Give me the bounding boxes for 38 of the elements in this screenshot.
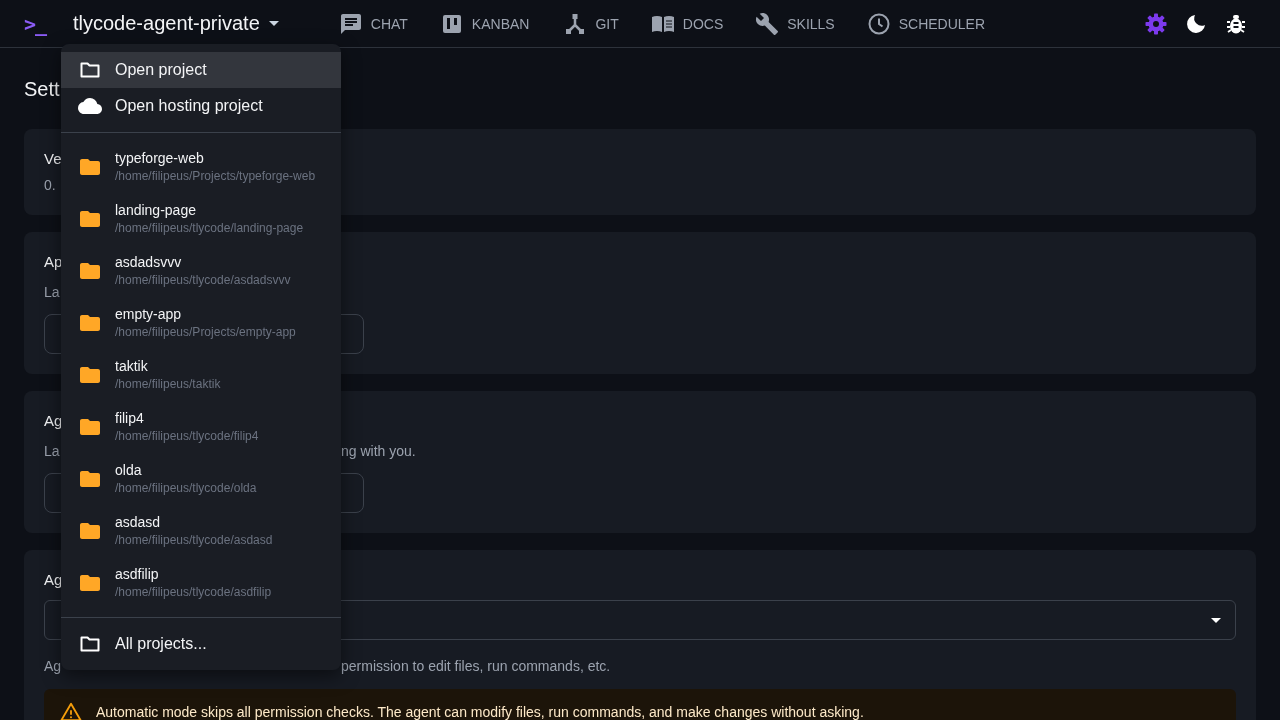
chat-icon <box>338 11 363 36</box>
menu-item[interactable]: Open project <box>61 52 341 88</box>
menu-item[interactable]: Open hosting project <box>61 88 341 124</box>
page-title: Sett <box>24 77 61 102</box>
caret-icon <box>1211 617 1221 623</box>
project-item[interactable]: asdadsvvv /home/filipeus/tlycode/asdadsvvv <box>61 245 341 297</box>
wrench-icon <box>755 11 780 36</box>
project-item[interactable]: olda /home/filipeus/tlycode/olda <box>61 453 341 505</box>
nav-tab[interactable]: SKILLS <box>755 11 835 36</box>
project-item[interactable]: taktik /home/filipeus/taktik <box>61 349 341 401</box>
warning-icon <box>60 701 82 720</box>
card-heading: Ve <box>44 150 62 167</box>
description-text: La <box>44 443 60 459</box>
version-value: 0. <box>44 177 56 193</box>
description-text: Ag <box>44 658 62 674</box>
settings-icon[interactable] <box>1144 11 1168 36</box>
project-selector[interactable]: tlycode-agent-private <box>73 12 279 35</box>
project-item[interactable]: typeforge-web /home/filipeus/Projects/typeforge-web <box>61 141 341 193</box>
card-heading: Ag <box>44 412 63 429</box>
project-item[interactable]: filip4 /home/filipeus/tlycode/filip4 <box>61 401 341 453</box>
menu-item[interactable]: All projects... <box>61 626 341 662</box>
project-item[interactable]: asdasd /home/filipeus/tlycode/asdasd <box>61 505 341 557</box>
nav-tab[interactable]: CHAT <box>338 11 408 36</box>
nav-tab[interactable]: DOCS <box>650 11 724 36</box>
project-item[interactable]: empty-app /home/filipeus/Projects/empty-app <box>61 297 341 349</box>
caret-icon <box>268 21 279 26</box>
nav-tab[interactable]: SCHEDULER <box>866 11 986 36</box>
description-text: ng with you. <box>341 442 416 461</box>
project-item[interactable]: asdfilip /home/filipeus/tlycode/asdfilip <box>61 557 341 609</box>
nav-tab[interactable]: GIT <box>563 11 619 36</box>
warning-text: Automatic mode skips all permission checks. The agent can modify files, run commands, and make changes without asking. <box>96 703 864 720</box>
clock-icon <box>866 11 891 36</box>
description-text: permission to edit files, run commands, etc. <box>341 657 611 676</box>
card-heading: Ag <box>44 571 63 588</box>
description-text: La <box>44 284 60 300</box>
project-item[interactable]: landing-page /home/filipeus/tlycode/landing-page <box>61 193 341 245</box>
app-logo: >_ <box>24 11 48 36</box>
nav-tab[interactable]: KANBAN <box>439 11 530 36</box>
